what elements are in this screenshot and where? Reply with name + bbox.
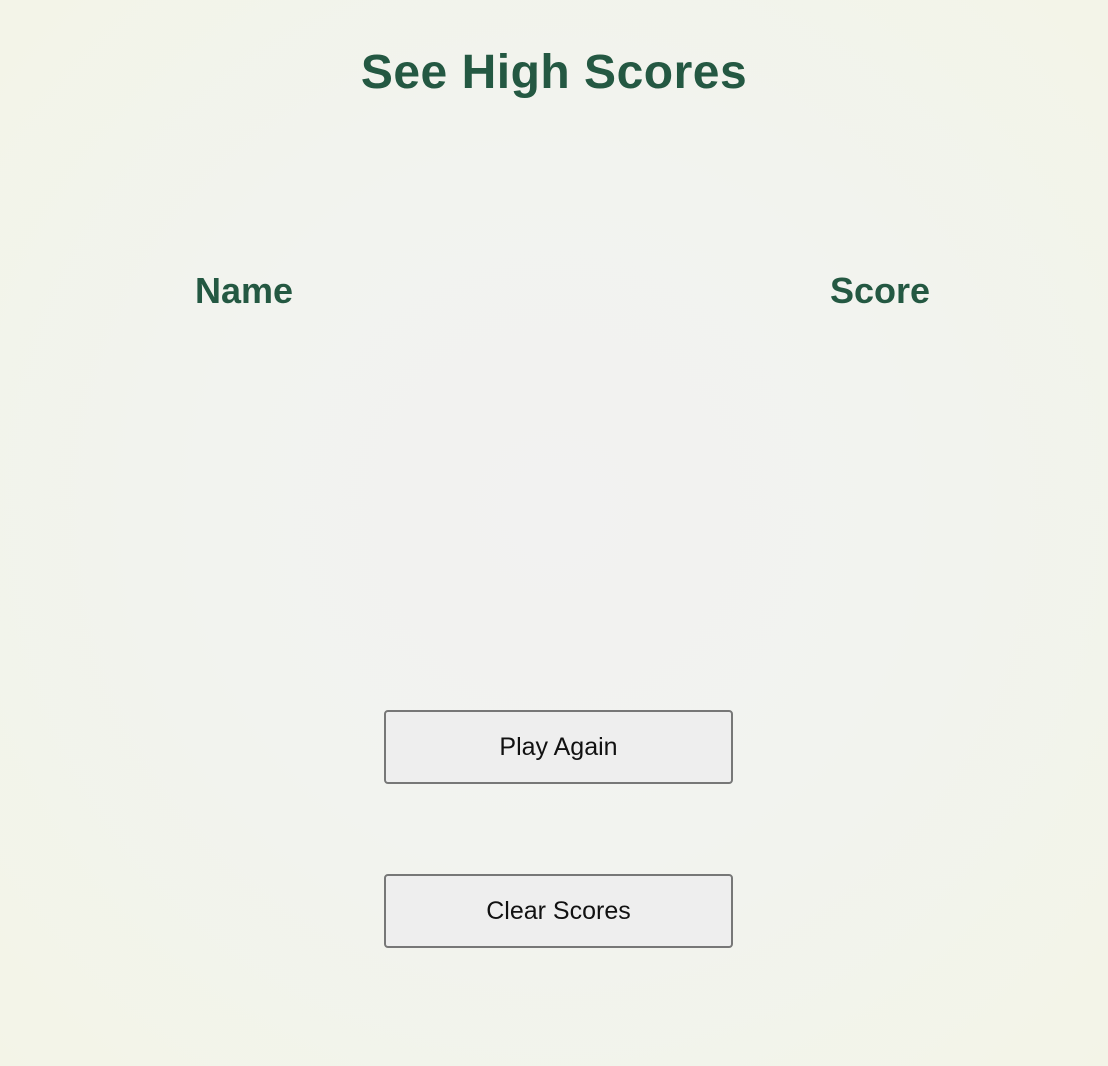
name-column-header: Name	[195, 270, 294, 311]
high-scores-page: See High Scores Name Score Play Again Cl…	[0, 0, 1108, 1066]
page-title: See High Scores	[360, 46, 748, 99]
play-again-button[interactable]: Play Again	[384, 710, 733, 784]
score-column-header: Score	[830, 270, 931, 311]
clear-scores-button[interactable]: Clear Scores	[384, 874, 733, 948]
